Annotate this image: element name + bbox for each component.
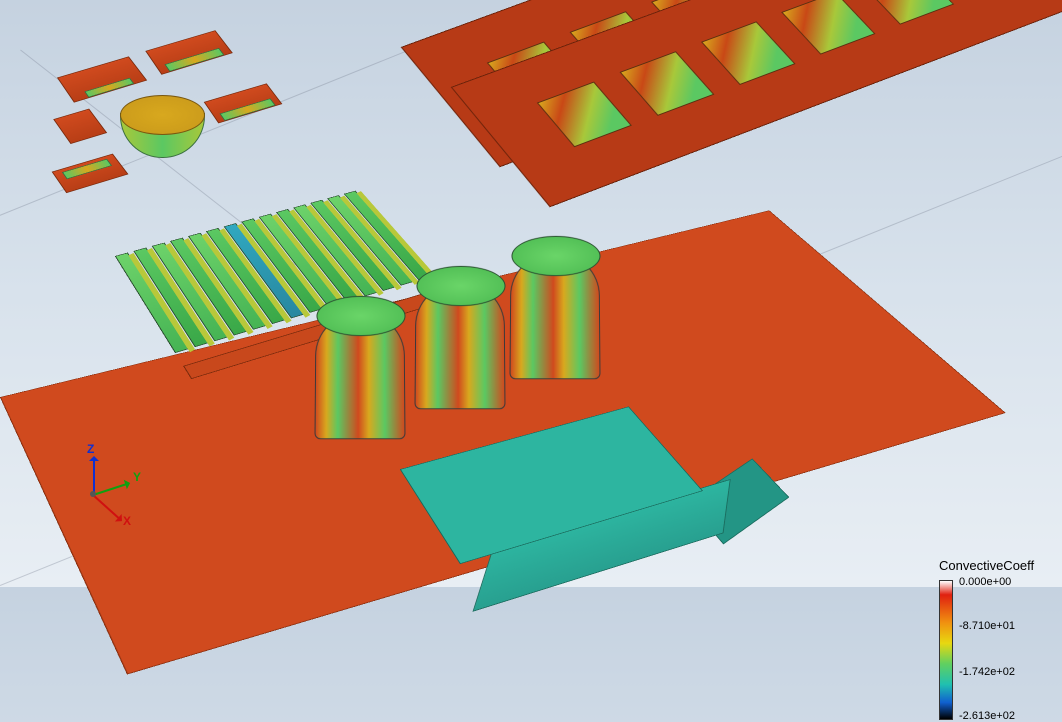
z-axis-label: Z xyxy=(87,442,94,456)
y-axis-icon xyxy=(93,482,130,496)
axis-triad[interactable]: Z Y X xyxy=(75,452,155,532)
z-axis-icon xyxy=(93,457,95,495)
capacitor xyxy=(314,312,405,439)
legend-tick: 0.000e+00 xyxy=(959,576,1011,588)
x-axis-icon xyxy=(92,494,122,521)
connector-part xyxy=(52,154,129,193)
connector-part xyxy=(145,30,233,75)
x-axis-label: X xyxy=(123,514,131,528)
legend-tick: -1.742e+02 xyxy=(959,666,1015,678)
legend-title: ConvectiveCoeff xyxy=(939,558,1054,573)
legend-tick: -8.710e+01 xyxy=(959,620,1015,632)
color-legend: ConvectiveCoeff 0.000e+00 -8.710e+01 -1.… xyxy=(939,558,1054,577)
round-connector xyxy=(120,95,205,165)
grid-line xyxy=(1030,0,1062,494)
connector-part xyxy=(53,109,107,144)
capacitor xyxy=(509,252,600,379)
y-axis-label: Y xyxy=(133,470,141,484)
capacitor xyxy=(414,282,505,409)
legend-tick: -2.613e+02 xyxy=(959,710,1015,722)
origin-icon xyxy=(90,491,96,497)
legend-colorbar xyxy=(939,580,953,720)
simulation-viewport[interactable]: ConvectiveCoeff 0.000e+00 -8.710e+01 -1.… xyxy=(0,0,1062,587)
